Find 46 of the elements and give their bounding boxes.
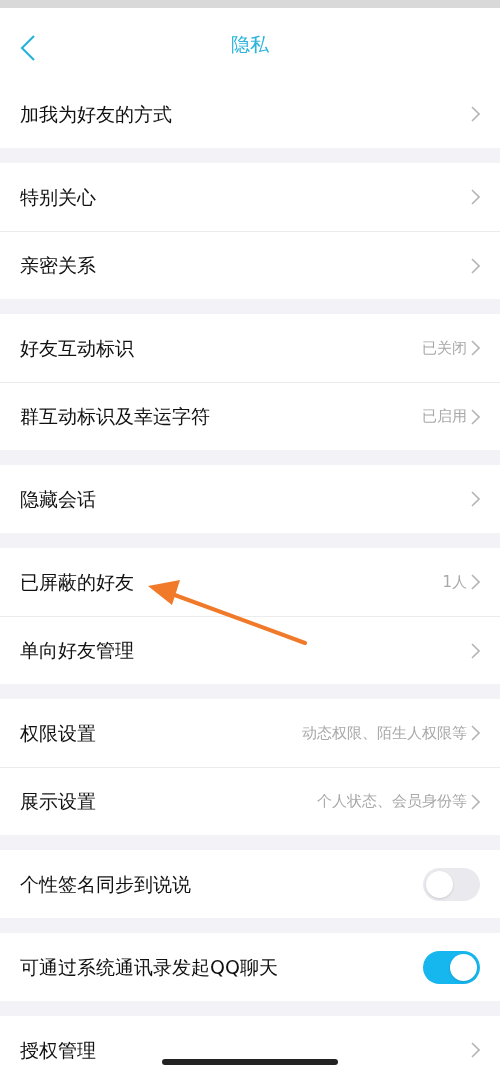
chevron-right-icon bbox=[471, 1042, 480, 1058]
chevron-right-icon bbox=[471, 106, 480, 122]
row-label: 授权管理 bbox=[20, 1037, 96, 1063]
row-value: 动态权限、陌生人权限等 bbox=[302, 722, 467, 744]
chevron-right-icon bbox=[471, 340, 480, 356]
row-value: 个人状态、会员身份等 bbox=[317, 791, 467, 813]
row-label: 个性签名同步到说说 bbox=[20, 871, 191, 897]
settings-row[interactable]: 亲密关系 bbox=[0, 231, 500, 299]
settings-row[interactable]: 隐藏会话 bbox=[0, 465, 500, 533]
chevron-right-icon bbox=[471, 257, 480, 274]
row-label: 展示设置 bbox=[20, 789, 96, 815]
chevron-right-icon bbox=[471, 642, 480, 659]
page-title: 隐私 bbox=[231, 31, 269, 57]
row-label: 可通过系统通讯录发起QQ聊天 bbox=[20, 954, 278, 980]
settings-row[interactable]: 群互动标识及幸运字符 已启用 bbox=[0, 382, 500, 450]
chevron-right-icon bbox=[471, 491, 480, 507]
row-value: 1人 bbox=[442, 571, 467, 593]
row-label: 权限设置 bbox=[20, 720, 96, 746]
settings-row[interactable]: 个性签名同步到说说 bbox=[0, 850, 500, 918]
row-label: 群互动标识及幸运字符 bbox=[20, 404, 210, 430]
toggle-switch[interactable] bbox=[423, 950, 480, 984]
row-label: 单向好友管理 bbox=[20, 638, 134, 664]
settings-row[interactable]: 单向好友管理 bbox=[0, 616, 500, 684]
row-label: 好友互动标识 bbox=[20, 335, 134, 361]
settings-row[interactable]: 授权管理 bbox=[0, 1016, 500, 1073]
settings-row[interactable]: 可通过系统通讯录发起QQ聊天 bbox=[0, 933, 500, 1001]
chevron-right-icon bbox=[471, 189, 480, 205]
settings-row[interactable]: 已屏蔽的好友 1人 bbox=[0, 548, 500, 616]
chevron-right-icon bbox=[471, 408, 480, 425]
settings-row[interactable]: 展示设置 个人状态、会员身份等 bbox=[0, 767, 500, 835]
settings-row[interactable]: 特别关心 bbox=[0, 163, 500, 231]
chevron-right-icon bbox=[471, 725, 480, 741]
row-label: 亲密关系 bbox=[20, 253, 96, 279]
row-label: 特别关心 bbox=[20, 184, 96, 210]
toggle-switch[interactable] bbox=[423, 867, 480, 901]
row-value: 已启用 bbox=[422, 406, 467, 428]
settings-row[interactable]: 加我为好友的方式 bbox=[0, 80, 500, 148]
back-icon[interactable] bbox=[20, 34, 36, 62]
row-label: 加我为好友的方式 bbox=[20, 101, 172, 127]
settings-row[interactable]: 权限设置 动态权限、陌生人权限等 bbox=[0, 699, 500, 767]
chevron-right-icon bbox=[471, 574, 480, 590]
settings-row[interactable]: 好友互动标识 已关闭 bbox=[0, 314, 500, 382]
row-value: 已关闭 bbox=[422, 337, 467, 359]
row-label: 已屏蔽的好友 bbox=[20, 569, 134, 595]
chevron-right-icon bbox=[471, 793, 480, 810]
row-label: 隐藏会话 bbox=[20, 486, 96, 512]
